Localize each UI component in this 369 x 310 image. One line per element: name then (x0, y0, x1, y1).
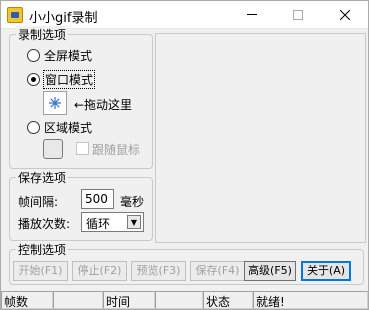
fullscreen-radio[interactable] (27, 49, 40, 62)
frame-interval-unit: 毫秒 (120, 195, 145, 209)
maximize-button[interactable] (275, 1, 321, 29)
record-options-group: 录制选项 全屏模式 窗口模式 ←拖动这里 区域模式 跟随鼠标 (9, 26, 153, 169)
region-select-button[interactable] (43, 139, 63, 159)
save-options-group: 保存选项 帧间隔: 500 毫秒 播放次数: 循环 ▼ (9, 169, 153, 241)
region-mode-label[interactable]: 区域模式 (44, 119, 92, 136)
window-mode-label[interactable]: 窗口模式 (43, 70, 96, 89)
window-mode-radio[interactable] (27, 73, 40, 86)
status-frames-value (53, 291, 103, 309)
status-value: 就绪! (253, 291, 368, 309)
play-count-select[interactable]: 循环 ▼ (81, 212, 144, 232)
record-options-title: 录制选项 (16, 26, 69, 43)
start-button[interactable]: 开始(F1) (13, 261, 68, 281)
drag-here-label: ←拖动这里 (74, 98, 133, 112)
region-mode-radio[interactable] (27, 121, 40, 134)
advanced-button[interactable]: 高级(F5) (244, 261, 296, 281)
preview-button[interactable]: 预览(F3) (131, 261, 186, 281)
control-options-group: 控制选项 开始(F1) 停止(F2) 预览(F3) 保存(F4) 高级(F5) … (9, 241, 364, 285)
preview-area (155, 33, 366, 243)
chevron-down-icon[interactable]: ▼ (127, 215, 141, 229)
maximize-icon (293, 9, 303, 20)
title-bar[interactable]: 小小gif录制 (1, 1, 368, 29)
main-window: 小小gif录制 录制选项 全屏模式 窗口模式 ←拖动这里 区域模式 跟随鼠标 保… (0, 0, 369, 310)
about-button[interactable]: 关于(A) (301, 261, 351, 281)
save-button[interactable]: 保存(F4) (190, 261, 245, 281)
status-label: 状态 (203, 291, 253, 309)
minimize-button[interactable] (229, 1, 275, 29)
status-frames: 帧数 (1, 291, 53, 309)
minimize-icon (247, 14, 257, 15)
close-icon (339, 9, 350, 20)
frame-interval-label: 帧间隔: (18, 195, 59, 209)
play-count-value: 循环 (86, 217, 111, 231)
status-bar: 帧数 时间 状态 就绪! (1, 291, 368, 309)
crosshair-snowflake-icon (49, 97, 61, 109)
fullscreen-label[interactable]: 全屏模式 (44, 47, 92, 64)
play-count-label: 播放次数: (18, 217, 71, 231)
close-button[interactable] (321, 1, 368, 29)
window-title: 小小gif录制 (29, 11, 98, 26)
follow-mouse-checkbox[interactable] (76, 142, 89, 155)
follow-mouse-label[interactable]: 跟随鼠标 (92, 141, 140, 158)
control-options-title: 控制选项 (16, 241, 69, 258)
drag-target[interactable] (43, 91, 67, 115)
stop-button[interactable]: 停止(F2) (72, 261, 127, 281)
status-time-value (155, 291, 203, 309)
status-time: 时间 (103, 291, 155, 309)
app-icon (7, 7, 23, 23)
frame-interval-input[interactable]: 500 (81, 189, 114, 209)
save-options-title: 保存选项 (16, 169, 69, 186)
